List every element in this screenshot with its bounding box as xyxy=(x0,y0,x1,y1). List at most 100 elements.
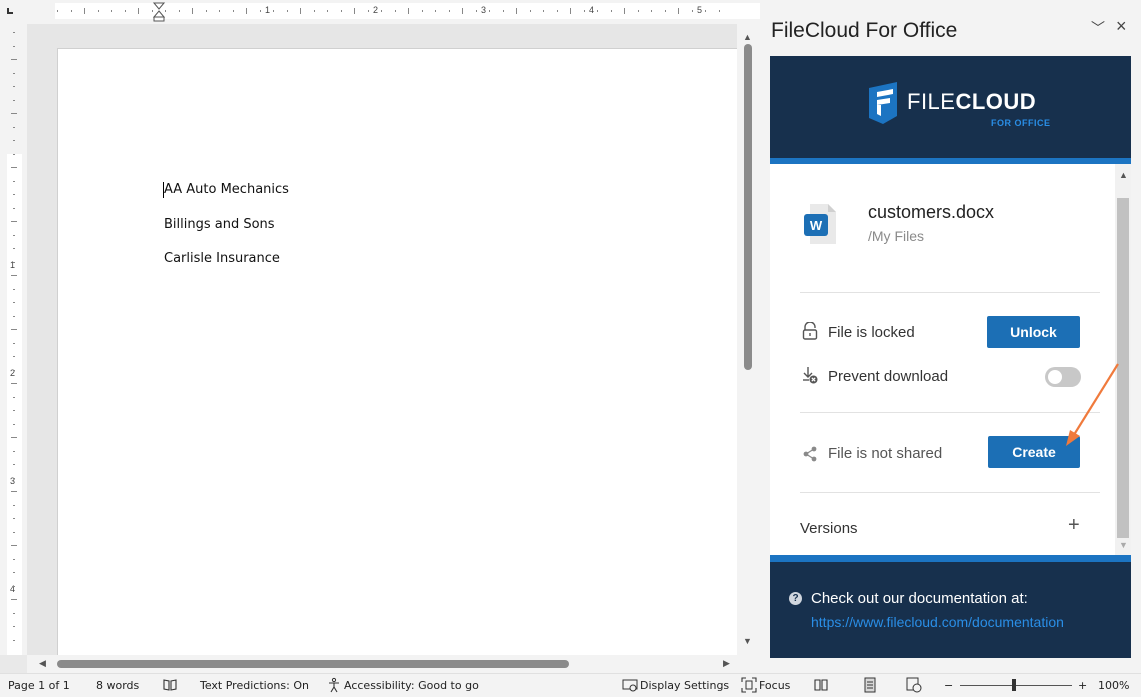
vertical-scrollbar[interactable]: ▲ ▼ xyxy=(737,24,760,655)
scroll-right-icon[interactable]: ▶ xyxy=(723,658,730,669)
proofing-book-icon[interactable] xyxy=(162,677,178,693)
ruler-tick xyxy=(367,10,369,12)
display-settings-button[interactable]: Display Settings xyxy=(640,679,729,692)
document-line[interactable]: Carlisle Insurance xyxy=(164,251,280,266)
focus-button[interactable]: Focus xyxy=(759,679,790,692)
create-share-button[interactable]: Create xyxy=(988,436,1080,468)
divider xyxy=(800,292,1100,293)
zoom-slider[interactable] xyxy=(960,685,1072,686)
ruler-tick xyxy=(13,302,15,303)
scroll-down-icon[interactable]: ▼ xyxy=(743,636,752,646)
ruler-tick xyxy=(13,572,15,573)
filecloud-body: W customers.docx /My Files File is locke… xyxy=(770,164,1131,555)
close-icon[interactable]: × xyxy=(1116,16,1127,37)
versions-label[interactable]: Versions xyxy=(800,520,858,537)
ruler-number: 1 xyxy=(265,5,271,15)
print-layout-icon[interactable] xyxy=(862,677,878,693)
vertical-ruler[interactable]: 1 2 3 4 xyxy=(0,24,27,655)
unlock-button[interactable]: Unlock xyxy=(987,316,1080,348)
ruler-tick xyxy=(13,99,15,101)
ruler-tick xyxy=(205,10,207,12)
scroll-down-icon[interactable]: ▼ xyxy=(1119,540,1128,550)
ruler-tick xyxy=(124,10,126,12)
zoom-slider-thumb[interactable] xyxy=(1012,679,1016,691)
ruler-tick xyxy=(11,383,17,384)
ruler-tick xyxy=(651,10,652,12)
lock-status-label: File is locked xyxy=(828,324,915,341)
scroll-up-icon[interactable]: ▲ xyxy=(743,32,752,42)
ruler-tick xyxy=(502,10,504,12)
ruler-tick xyxy=(462,8,463,14)
share-status-label: File is not shared xyxy=(828,445,943,462)
ruler-tick xyxy=(13,356,15,357)
ruler-tick xyxy=(529,10,531,12)
ruler-tick xyxy=(13,234,15,236)
ruler-tick xyxy=(13,585,15,587)
pane-title: FileCloud For Office xyxy=(771,19,958,42)
ruler-tick xyxy=(718,10,720,12)
ruler-tick xyxy=(192,8,193,14)
prevent-download-label: Prevent download xyxy=(828,368,949,385)
scrollbar-thumb[interactable] xyxy=(57,660,569,668)
zoom-out-button[interactable]: − xyxy=(944,679,953,692)
read-mode-icon[interactable] xyxy=(813,677,829,693)
ruler-tick xyxy=(13,612,15,614)
ruler-tick xyxy=(13,626,15,627)
ruler-tick xyxy=(556,10,558,12)
indent-marker-icon[interactable] xyxy=(153,2,165,22)
scroll-up-icon[interactable]: ▲ xyxy=(1119,170,1128,180)
status-bar: Page 1 of 1 8 words Text Predictions: On… xyxy=(0,673,1141,697)
ruler-tick xyxy=(13,423,15,425)
ruler-tick xyxy=(13,396,15,398)
logo-light-text: FILE xyxy=(907,89,956,114)
scrollbar-thumb[interactable] xyxy=(1117,198,1129,538)
ruler-tick xyxy=(13,86,15,87)
horizontal-scrollbar[interactable]: ◀ ▶ xyxy=(27,655,760,673)
accessibility-icon[interactable] xyxy=(326,677,342,693)
document-line[interactable]: AA Auto Mechanics xyxy=(164,182,289,197)
ruler-tick xyxy=(624,8,625,14)
ruler-tick xyxy=(13,518,15,519)
file-name: customers.docx xyxy=(868,202,995,222)
document-canvas[interactable]: AA Auto Mechanics Billings and Sons Carl… xyxy=(27,24,737,655)
ruler-tick xyxy=(691,10,693,12)
ruler-tick xyxy=(13,639,15,641)
ruler-tick xyxy=(97,10,99,12)
filecloud-header: FILECLOUD FOR OFFICE xyxy=(770,56,1131,158)
zoom-in-button[interactable]: + xyxy=(1078,679,1087,692)
text-predictions-status[interactable]: Text Predictions: On xyxy=(200,679,309,692)
divider xyxy=(800,412,1100,413)
zoom-level[interactable]: 100% xyxy=(1098,679,1129,692)
unlocked-padlock-icon xyxy=(802,322,818,340)
pane-scrollbar[interactable]: ▲ ▼ xyxy=(1115,164,1131,555)
app-window: 1 2 3 4 5 1 2 3 4 AA Auto Mechanics Bill… xyxy=(0,0,1141,697)
share-icon xyxy=(803,446,817,462)
prevent-download-toggle[interactable] xyxy=(1045,367,1081,387)
ruler-tick xyxy=(246,8,247,14)
documentation-link[interactable]: https://www.filecloud.com/documentation xyxy=(811,614,1064,630)
filecloud-logo-text: FILECLOUD xyxy=(907,89,1036,115)
documentation-footer: ? Check out our documentation at: https:… xyxy=(770,562,1131,658)
add-version-button[interactable]: + xyxy=(1068,514,1080,537)
scrollbar-thumb[interactable] xyxy=(744,44,752,370)
tab-selector[interactable] xyxy=(0,0,27,24)
display-settings-icon[interactable] xyxy=(622,677,638,693)
web-layout-icon[interactable] xyxy=(906,677,922,693)
document-line[interactable]: Billings and Sons xyxy=(164,217,275,232)
page-count[interactable]: Page 1 of 1 xyxy=(8,679,70,692)
ruler-tick xyxy=(11,599,17,600)
horizontal-ruler[interactable]: 1 2 3 4 5 xyxy=(27,0,760,24)
ruler-tick xyxy=(70,10,72,12)
ruler-tick xyxy=(13,342,15,344)
ruler-tick xyxy=(13,504,15,506)
ruler-tick xyxy=(313,10,315,12)
ruler-tick xyxy=(13,153,15,155)
ruler-tick xyxy=(13,464,15,465)
document-page[interactable]: AA Auto Mechanics Billings and Sons Carl… xyxy=(57,48,737,655)
word-count[interactable]: 8 words xyxy=(96,679,139,692)
accessibility-status[interactable]: Accessibility: Good to go xyxy=(344,679,479,692)
ruler-tick xyxy=(232,10,234,12)
scroll-left-icon[interactable]: ◀ xyxy=(39,658,46,669)
chevron-down-icon[interactable]: ﹀ xyxy=(1091,18,1105,38)
focus-icon[interactable] xyxy=(741,677,757,693)
